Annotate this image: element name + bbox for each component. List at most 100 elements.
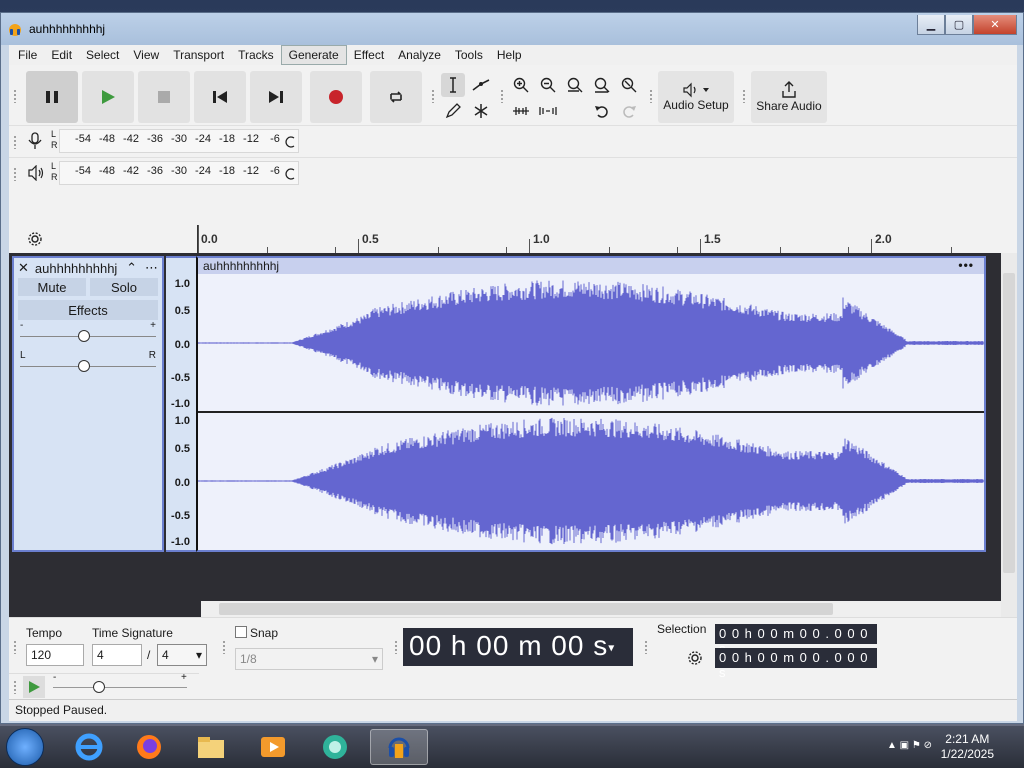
- system-tray[interactable]: ▲ ▣ ⚑ ⊘: [887, 740, 932, 751]
- speed-slider-thumb[interactable]: [93, 681, 105, 693]
- gear-icon[interactable]: [27, 231, 43, 247]
- multi-tool[interactable]: [469, 99, 493, 123]
- fit-project-button[interactable]: [590, 73, 614, 97]
- firefox-icon[interactable]: [124, 729, 174, 765]
- vertical-scrollbar[interactable]: [1001, 253, 1017, 617]
- effects-button[interactable]: Effects: [18, 300, 158, 320]
- selection-start-field[interactable]: 0 0 h 0 0 m 0 0 . 0 0 0 s: [715, 624, 877, 656]
- time-sig-denominator[interactable]: 4 ▾: [157, 644, 207, 666]
- play-at-speed-button[interactable]: [23, 676, 45, 698]
- zoom-in-button[interactable]: [509, 73, 533, 97]
- speed-slider-track[interactable]: [53, 687, 187, 688]
- toolbar-grip[interactable]: [222, 640, 226, 654]
- playback-meter[interactable]: LR -54 -48 -42 -36 -30 -24 -18 -12 -6: [9, 157, 1017, 189]
- gain-slider[interactable]: - +: [20, 320, 156, 350]
- pan-slider[interactable]: L R: [20, 350, 156, 380]
- speaker-icon[interactable]: [27, 165, 45, 181]
- snap-select[interactable]: 1/8 ▾: [235, 648, 383, 670]
- silence-button[interactable]: [536, 99, 560, 123]
- track-name[interactable]: auhhhhhhhhhj: [35, 261, 126, 276]
- meter-reset-icon[interactable]: [283, 167, 297, 181]
- loop-button[interactable]: [370, 71, 422, 123]
- gear-icon[interactable]: [687, 650, 703, 666]
- close-button[interactable]: ✕: [973, 15, 1017, 35]
- audacity-taskbar-icon[interactable]: [370, 729, 428, 765]
- trim-button[interactable]: [509, 99, 533, 123]
- menu-help[interactable]: Help: [490, 46, 529, 64]
- toolbar-grip[interactable]: [13, 680, 17, 694]
- vertical-scroll-thumb[interactable]: [1003, 273, 1015, 573]
- horizontal-scroll-thumb[interactable]: [219, 603, 833, 615]
- waveform[interactable]: [198, 274, 984, 550]
- collapse-icon[interactable]: ⌃: [126, 260, 137, 276]
- waveform-clip[interactable]: auhhhhhhhhhj •••: [196, 256, 986, 552]
- zoom-out-button[interactable]: [536, 73, 560, 97]
- tempo-input[interactable]: 120: [26, 644, 84, 666]
- undo-button[interactable]: [590, 99, 614, 123]
- track-area[interactable]: ✕ auhhhhhhhhhj ⌃ ⋯ Mute Solo Effects - +: [9, 253, 1001, 617]
- mute-button[interactable]: Mute: [18, 278, 86, 296]
- clip-title-bar[interactable]: auhhhhhhhhhj •••: [198, 258, 984, 274]
- clip-menu-icon[interactable]: •••: [958, 257, 974, 273]
- skip-end-button[interactable]: [250, 71, 302, 123]
- gain-slider-thumb[interactable]: [78, 330, 90, 342]
- menu-edit[interactable]: Edit: [44, 46, 79, 64]
- meter-reset-icon[interactable]: [283, 135, 297, 149]
- maximize-button[interactable]: ▢: [945, 15, 973, 35]
- clock-time: 2:21 AM: [945, 732, 990, 746]
- solo-button[interactable]: Solo: [90, 278, 158, 296]
- skip-start-button[interactable]: [194, 71, 246, 123]
- toolbar-grip[interactable]: [431, 89, 435, 103]
- toolbar-grip[interactable]: [742, 89, 746, 103]
- play-icon: [102, 90, 115, 104]
- snap-checkbox[interactable]: [235, 626, 247, 638]
- toolbar-grip[interactable]: [644, 640, 648, 654]
- zoom-toggle-button[interactable]: [617, 73, 641, 97]
- selection-tool[interactable]: [441, 73, 465, 97]
- menu-generate[interactable]: Generate: [280, 45, 347, 65]
- redo-button[interactable]: [617, 99, 641, 123]
- fit-selection-button[interactable]: [563, 73, 587, 97]
- amplitude-scale[interactable]: 1.0 0.5 0.0 -0.5 -1.0 1.0 0.5 0.0 -0.5 -…: [166, 256, 196, 552]
- track-close-icon[interactable]: ✕: [18, 260, 29, 276]
- minimize-button[interactable]: ▁: [917, 15, 945, 35]
- menu-tracks[interactable]: Tracks: [231, 46, 281, 64]
- draw-tool[interactable]: [441, 99, 465, 123]
- play-button[interactable]: [82, 71, 134, 123]
- toolbar-grip[interactable]: [649, 89, 653, 103]
- record-button[interactable]: [310, 71, 362, 123]
- recording-meter[interactable]: LR -54 -48 -42 -36 -30 -24 -18 -12 -6: [9, 125, 1017, 157]
- horizontal-scrollbar[interactable]: [201, 601, 1001, 617]
- envelope-tool[interactable]: [469, 73, 493, 97]
- toolbar-grip[interactable]: [13, 167, 17, 181]
- chat-app-icon[interactable]: [310, 729, 360, 765]
- microphone-icon[interactable]: [27, 132, 43, 150]
- menu-file[interactable]: File: [11, 46, 44, 64]
- menu-effect[interactable]: Effect: [347, 46, 391, 64]
- internet-explorer-icon[interactable]: [64, 729, 114, 765]
- media-player-icon[interactable]: [248, 729, 298, 765]
- menu-tools[interactable]: Tools: [448, 46, 490, 64]
- start-button[interactable]: [6, 728, 44, 766]
- time-sig-numerator[interactable]: 4: [92, 644, 142, 666]
- toolbar-grip[interactable]: [13, 89, 17, 103]
- toolbar-grip[interactable]: [394, 640, 398, 654]
- track-menu-icon[interactable]: ⋯: [145, 260, 158, 276]
- time-display[interactable]: 00 h 00 m 00 s▾: [403, 628, 633, 666]
- menu-analyze[interactable]: Analyze: [391, 46, 448, 64]
- system-clock[interactable]: 2:21 AM 1/22/2025: [941, 732, 994, 762]
- file-explorer-icon[interactable]: [186, 729, 236, 765]
- toolbar-grip[interactable]: [500, 89, 504, 103]
- pan-slider-thumb[interactable]: [78, 360, 90, 372]
- stop-button[interactable]: [138, 71, 190, 123]
- menu-view[interactable]: View: [126, 46, 166, 64]
- audio-setup-button[interactable]: Audio Setup: [658, 71, 734, 123]
- toolbar-grip[interactable]: [13, 135, 17, 149]
- pause-button[interactable]: [26, 71, 78, 123]
- menu-select[interactable]: Select: [79, 46, 126, 64]
- selection-end-field[interactable]: 0 0 h 0 0 m 0 0 . 0 0 0 s: [715, 648, 877, 680]
- toolbar-grip[interactable]: [13, 640, 17, 654]
- share-audio-button[interactable]: Share Audio: [751, 71, 827, 123]
- timeline-ruler[interactable]: 0.0 0.5 1.0 1.5 2.0: [197, 225, 999, 253]
- menu-transport[interactable]: Transport: [166, 46, 231, 64]
